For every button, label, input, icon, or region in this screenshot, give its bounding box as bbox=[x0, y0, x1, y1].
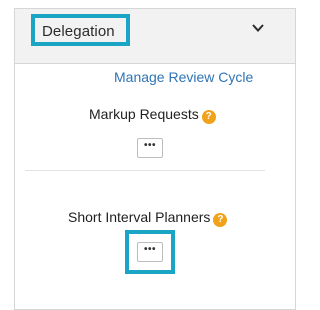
short-interval-planners-text: Short Interval Planners bbox=[68, 209, 211, 225]
chevron-down-icon[interactable] bbox=[251, 21, 265, 35]
panel-title-highlight: Delegation bbox=[31, 14, 130, 46]
markup-requests-label: Markup Requests? bbox=[89, 106, 216, 124]
panel-title: Delegation bbox=[42, 23, 115, 40]
button-highlight bbox=[125, 230, 175, 274]
markup-requests-text: Markup Requests bbox=[89, 106, 199, 122]
markup-requests-more-button[interactable]: ••• bbox=[137, 138, 163, 158]
short-interval-planners-label: Short Interval Planners? bbox=[68, 209, 228, 227]
manage-review-cycle-link[interactable]: Manage Review Cycle bbox=[114, 69, 253, 85]
help-icon[interactable]: ? bbox=[213, 213, 228, 227]
help-icon[interactable]: ? bbox=[201, 110, 216, 124]
panel-header[interactable]: Delegation bbox=[15, 9, 295, 64]
section-divider bbox=[25, 170, 265, 171]
